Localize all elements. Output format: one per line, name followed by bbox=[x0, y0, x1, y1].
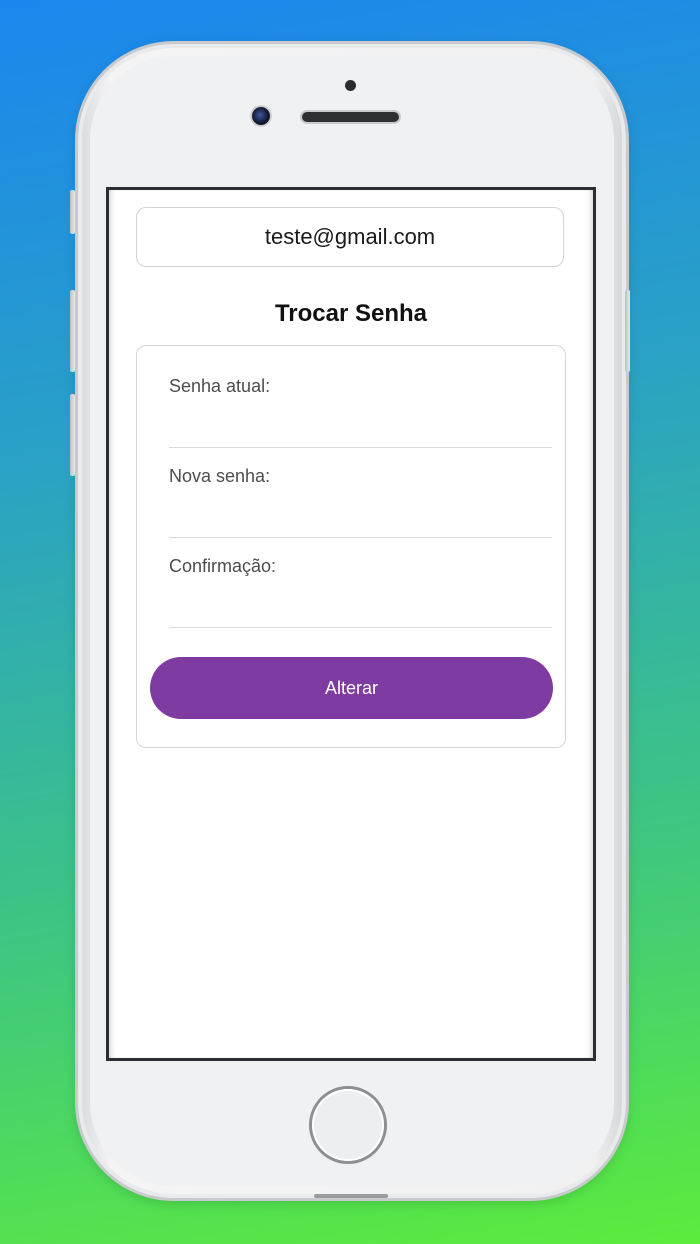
current-password-input[interactable] bbox=[169, 408, 552, 440]
confirm-password-field: Confirmação: bbox=[169, 538, 552, 628]
current-password-label: Senha atual: bbox=[169, 376, 271, 396]
app-screen: teste@gmail.com Trocar Senha Senha atual… bbox=[106, 187, 596, 1061]
power-button bbox=[625, 290, 630, 372]
change-password-form: Senha atual: Nova senha: Confirmação: Al… bbox=[136, 345, 566, 748]
confirm-password-input[interactable] bbox=[169, 588, 552, 620]
page-title: Trocar Senha bbox=[274, 300, 428, 327]
change-password-button[interactable]: Alterar bbox=[150, 657, 553, 719]
volume-up-button bbox=[70, 290, 75, 372]
bottom-edge-detail bbox=[314, 1194, 388, 1198]
proximity-sensor bbox=[345, 80, 356, 91]
volume-down-button bbox=[70, 394, 75, 476]
new-password-label: Nova senha: bbox=[169, 466, 271, 486]
new-password-input[interactable] bbox=[169, 498, 552, 530]
confirm-password-label: Confirmação: bbox=[169, 556, 277, 576]
front-camera-icon bbox=[252, 107, 270, 125]
mute-switch bbox=[70, 190, 75, 234]
user-email-text: teste@gmail.com bbox=[264, 224, 436, 249]
earpiece-speaker bbox=[302, 112, 399, 122]
home-button[interactable] bbox=[312, 1089, 384, 1161]
current-password-field: Senha atual: bbox=[169, 358, 552, 448]
new-password-field: Nova senha: bbox=[169, 448, 552, 538]
user-email-display: teste@gmail.com bbox=[136, 207, 564, 267]
